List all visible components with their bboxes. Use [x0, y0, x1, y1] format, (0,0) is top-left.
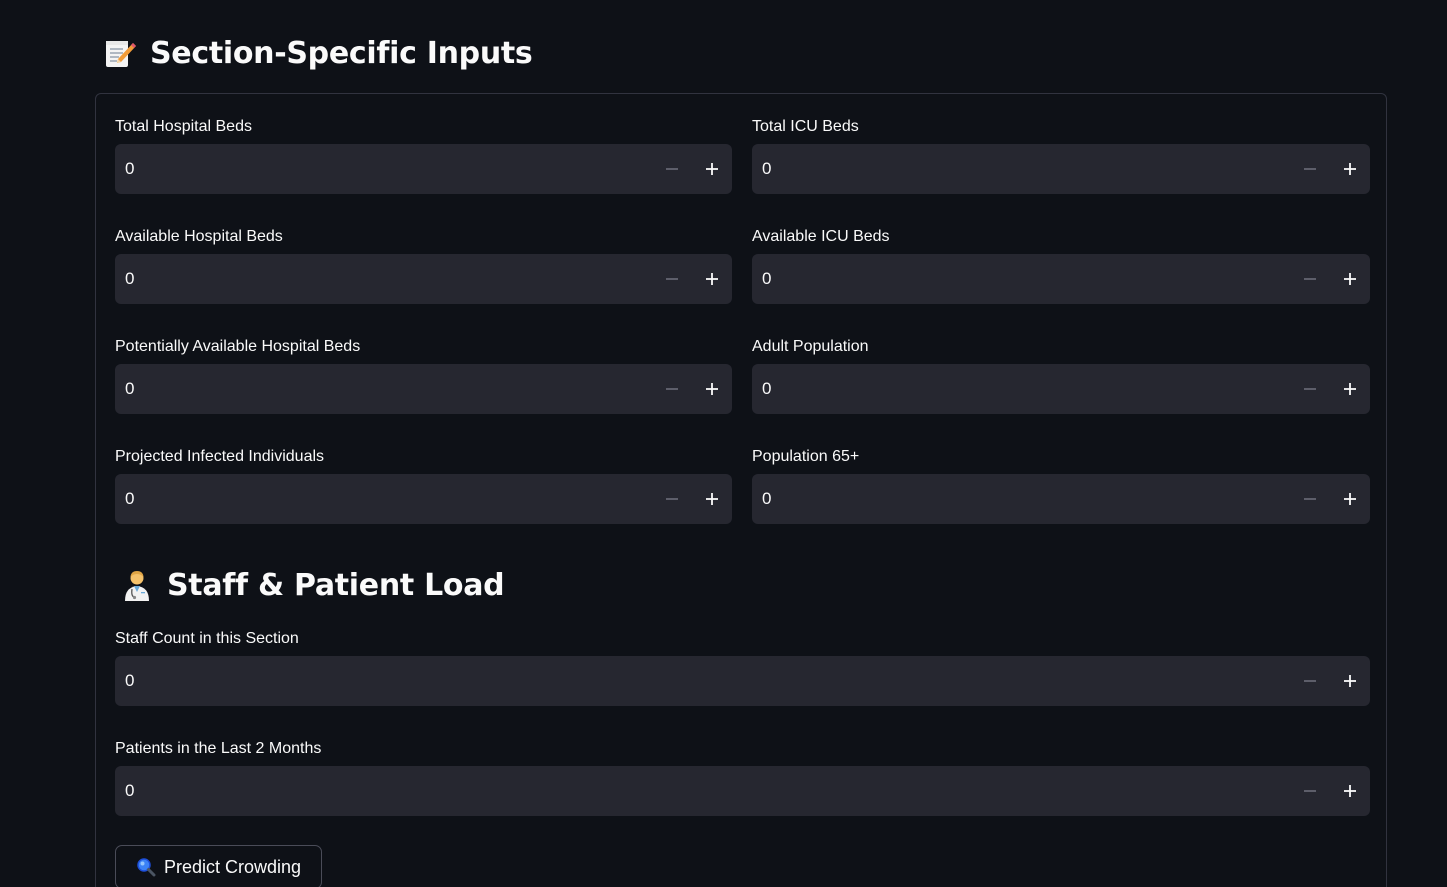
number-value-input[interactable]: 0 — [115, 489, 652, 509]
field-available-hospital-beds: Available Hospital Beds 0 — [115, 228, 732, 304]
increment-button[interactable] — [1330, 766, 1370, 816]
number-input-staff-count-in-this-section: 0 — [115, 656, 1370, 706]
plus-icon — [1344, 163, 1356, 175]
increment-button[interactable] — [692, 474, 732, 524]
number-value-input[interactable]: 0 — [752, 489, 1290, 509]
field-label: Adult Population — [752, 338, 869, 355]
decrement-button[interactable] — [1290, 474, 1330, 524]
minus-icon — [1304, 388, 1316, 390]
field-adult-population: Adult Population 0 — [752, 338, 1370, 414]
section-header: Section-Specific Inputs — [103, 33, 533, 73]
number-input-total-icu-beds: 0 — [752, 144, 1370, 194]
plus-icon — [1344, 675, 1356, 687]
plus-icon — [706, 273, 718, 285]
decrement-button[interactable] — [652, 254, 692, 304]
field-potentially-available-hospital-beds: Potentially Available Hospital Beds 0 — [115, 338, 732, 414]
decrement-button[interactable] — [1290, 656, 1330, 706]
number-input-available-icu-beds: 0 — [752, 254, 1370, 304]
decrement-button[interactable] — [1290, 364, 1330, 414]
number-input-adult-population: 0 — [752, 364, 1370, 414]
decrement-button[interactable] — [1290, 766, 1330, 816]
plus-icon — [1344, 273, 1356, 285]
number-value-input[interactable]: 0 — [752, 379, 1290, 399]
minus-icon — [1304, 790, 1316, 792]
plus-icon — [1344, 785, 1356, 797]
number-input-population-65: 0 — [752, 474, 1370, 524]
increment-button[interactable] — [692, 144, 732, 194]
field-patients-in-the-last-2-months: Patients in the Last 2 Months 0 — [115, 740, 1370, 816]
plus-icon — [706, 383, 718, 395]
number-input-total-hospital-beds: 0 — [115, 144, 732, 194]
field-total-hospital-beds: Total Hospital Beds 0 — [115, 118, 732, 194]
field-projected-infected-individuals: Projected Infected Individuals 0 — [115, 448, 732, 524]
number-value-input[interactable]: 0 — [115, 671, 1290, 691]
minus-icon — [1304, 680, 1316, 682]
field-label: Population 65+ — [752, 448, 860, 465]
increment-button[interactable] — [1330, 364, 1370, 414]
minus-icon — [1304, 498, 1316, 500]
field-available-icu-beds: Available ICU Beds 0 — [752, 228, 1370, 304]
decrement-button[interactable] — [1290, 254, 1330, 304]
number-value-input[interactable]: 0 — [115, 379, 652, 399]
minus-icon — [666, 498, 678, 500]
field-label: Total Hospital Beds — [115, 118, 252, 135]
number-input-available-hospital-beds: 0 — [115, 254, 732, 304]
section-title-text: Section-Specific Inputs — [150, 35, 533, 71]
number-input-projected-infected-individuals: 0 — [115, 474, 732, 524]
field-label: Patients in the Last 2 Months — [115, 740, 322, 757]
field-population-65: Population 65+ 0 — [752, 448, 1370, 524]
field-label: Projected Infected Individuals — [115, 448, 325, 465]
field-label: Available Hospital Beds — [115, 228, 283, 245]
plus-icon — [1344, 493, 1356, 505]
increment-button[interactable] — [692, 364, 732, 414]
health-worker-icon — [120, 568, 154, 602]
minus-icon — [666, 278, 678, 280]
number-input-potentially-available-hospital-beds: 0 — [115, 364, 732, 414]
staff-header: Staff & Patient Load — [120, 565, 505, 605]
decrement-button[interactable] — [652, 364, 692, 414]
number-value-input[interactable]: 0 — [752, 269, 1290, 289]
field-label: Total ICU Beds — [752, 118, 859, 135]
increment-button[interactable] — [1330, 144, 1370, 194]
minus-icon — [1304, 278, 1316, 280]
field-staff-count-in-this-section: Staff Count in this Section 0 — [115, 630, 1370, 706]
number-input-patients-in-the-last-2-months: 0 — [115, 766, 1370, 816]
increment-button[interactable] — [692, 254, 732, 304]
plus-icon — [1344, 383, 1356, 395]
minus-icon — [666, 388, 678, 390]
field-total-icu-beds: Total ICU Beds 0 — [752, 118, 1370, 194]
field-label: Staff Count in this Section — [115, 630, 299, 647]
minus-icon — [1304, 168, 1316, 170]
magnifying-glass-icon — [136, 857, 156, 877]
increment-button[interactable] — [1330, 254, 1370, 304]
predict-crowding-button[interactable]: Predict Crowding — [115, 845, 322, 887]
increment-button[interactable] — [1330, 656, 1370, 706]
number-value-input[interactable]: 0 — [115, 781, 1290, 801]
predict-button-label: Predict Crowding — [163, 856, 302, 877]
number-value-input[interactable]: 0 — [752, 159, 1290, 179]
decrement-button[interactable] — [652, 144, 692, 194]
increment-button[interactable] — [1330, 474, 1370, 524]
staff-title-text: Staff & Patient Load — [167, 567, 505, 603]
number-value-input[interactable]: 0 — [115, 269, 652, 289]
minus-icon — [666, 168, 678, 170]
plus-icon — [706, 493, 718, 505]
plus-icon — [706, 163, 718, 175]
number-value-input[interactable]: 0 — [115, 159, 652, 179]
decrement-button[interactable] — [652, 474, 692, 524]
field-label: Available ICU Beds — [752, 228, 890, 245]
memo-pencil-icon — [103, 36, 137, 70]
decrement-button[interactable] — [1290, 144, 1330, 194]
app-page: Section-Specific Inputs Total Hospital B… — [0, 0, 1447, 887]
field-label: Potentially Available Hospital Beds — [115, 338, 361, 355]
